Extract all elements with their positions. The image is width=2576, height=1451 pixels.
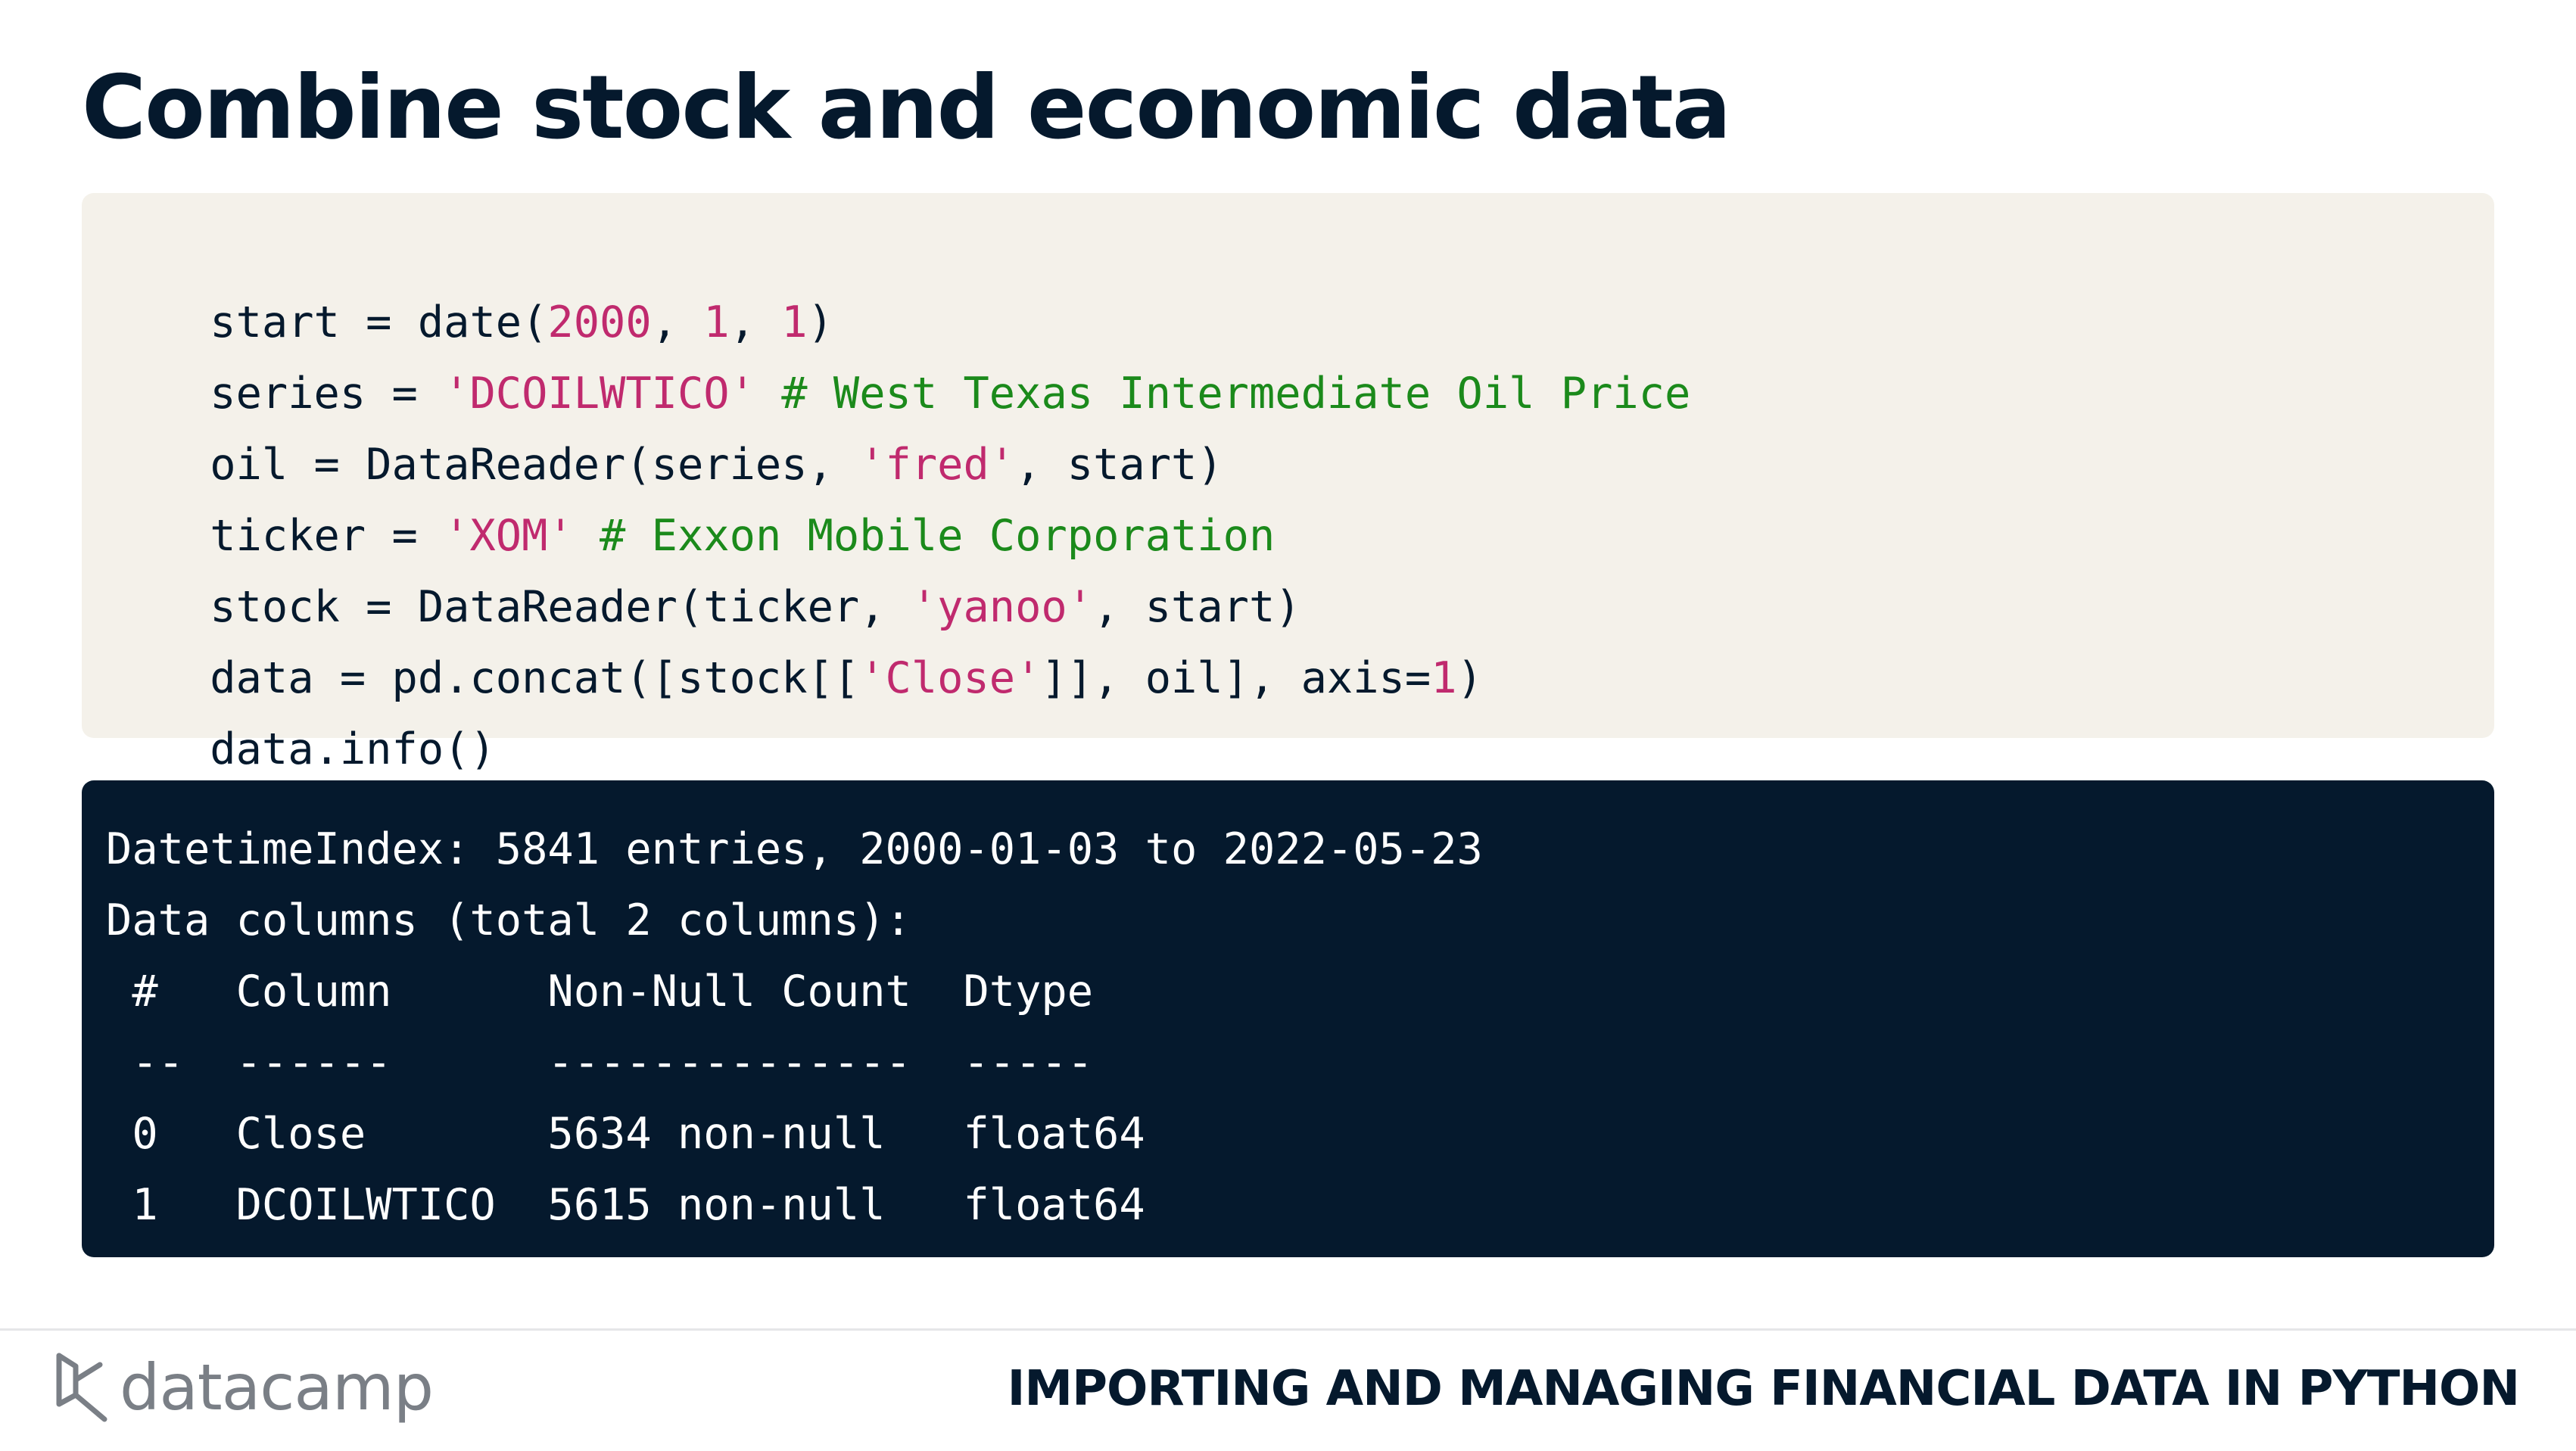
code-token: , [729, 297, 782, 347]
code-token: , start) [1015, 440, 1223, 490]
code-token: ) [1456, 653, 1483, 703]
logo-wordmark: datacamp [120, 1350, 434, 1425]
datacamp-logo: datacamp [53, 1346, 434, 1429]
output-line: # Column Non-Null Count Dtype [106, 967, 1094, 1017]
code-string: 'Close' [859, 653, 1042, 703]
code-token: start = date( [210, 297, 548, 347]
output-line: -- ------ -------------- ----- [106, 1038, 1094, 1088]
code-string: 'fred' [859, 440, 1016, 490]
datacamp-logo-icon [53, 1351, 109, 1424]
code-number: 1 [781, 297, 808, 347]
code-number: 1 [703, 297, 730, 347]
output-line: 1 DCOILWTICO 5615 non-null float64 [106, 1180, 1145, 1230]
code-token: ]], oil], axis= [1041, 653, 1431, 703]
output-line: 0 Close 5634 non-null float64 [106, 1109, 1145, 1159]
code-token: data.info() [210, 724, 496, 774]
code-number: 2000 [547, 297, 652, 347]
code-token: stock = DataReader(ticker, [210, 582, 911, 632]
code-token: series = [210, 369, 444, 419]
output-line: Data columns (total 2 columns): [106, 895, 911, 945]
code-string: 'DCOILWTICO' [444, 369, 755, 419]
code-token: data = pd.concat([stock[[ [210, 653, 860, 703]
code-line: start = date(2000, 1, 1) [106, 216, 2494, 347]
code-token: ticker = [210, 511, 444, 561]
code-token: ) [807, 297, 833, 347]
code-block: start = date(2000, 1, 1) series = 'DCOIL… [82, 193, 2494, 774]
output-line: DatetimeIndex: 5841 entries, 2000-01-03 … [106, 824, 1483, 874]
code-number: 1 [1431, 653, 1457, 703]
output-block: DatetimeIndex: 5841 entries, 2000-01-03 … [82, 780, 2494, 1257]
code-token: , [651, 297, 704, 347]
code-string: 'yanoo' [911, 582, 1094, 632]
code-comment: # Exxon Mobile Corporation [573, 511, 1276, 561]
course-title: IMPORTING AND MANAGING FINANCIAL DATA IN… [1007, 1361, 2520, 1417]
slide-title: Combine stock and economic data [82, 57, 1731, 159]
footer-divider [0, 1328, 2576, 1331]
code-token: oil = DataReader(series, [210, 440, 860, 490]
code-token: , start) [1093, 582, 1301, 632]
code-string: 'XOM' [444, 511, 574, 561]
code-comment: # West Texas Intermediate Oil Price [755, 369, 1691, 419]
